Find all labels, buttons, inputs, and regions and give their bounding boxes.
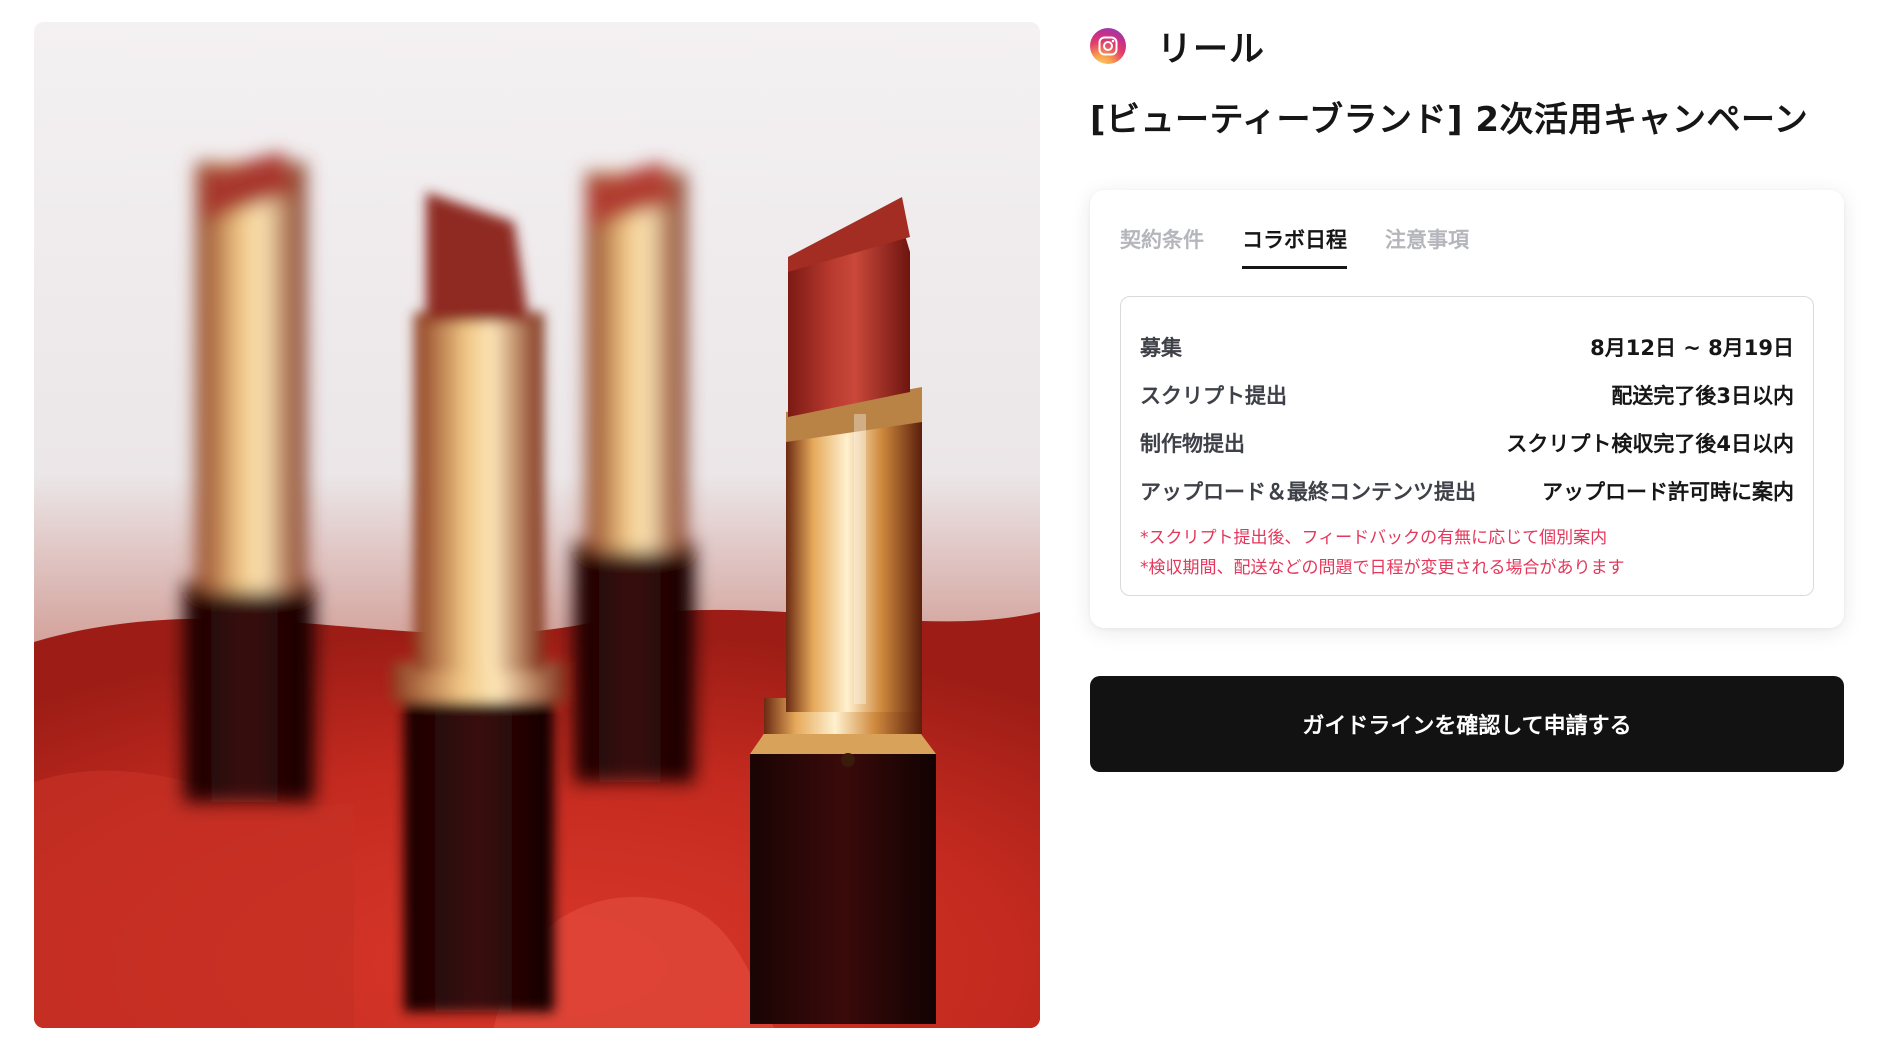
schedule-note: *スクリプト提出後、フィードバックの有無に応じて個別案内: [1140, 528, 1608, 548]
platform-header: リール: [1090, 24, 1265, 70]
details-tabs: 契約条件 コラボ日程 注意事項: [1120, 224, 1507, 269]
schedule-row-label: アップロード＆最終コンテンツ提出: [1140, 480, 1476, 504]
tab-collab-schedule[interactable]: コラボ日程: [1242, 224, 1347, 269]
schedule-row: 制作物提出 スクリプト検収完了後4日以内: [1140, 419, 1794, 467]
campaign-details-card: 契約条件 コラボ日程 注意事項 募集 8月12日 ~ 8月19日 スクリプト提出…: [1090, 190, 1844, 628]
campaign-title: [ビューティーブランド] 2次活用キャンペーン: [1090, 100, 1809, 140]
lipstick-photo: [34, 22, 1040, 1028]
campaign-info-panel: リール [ビューティーブランド] 2次活用キャンペーン 契約条件 コラボ日程 注…: [1090, 0, 1844, 1056]
schedule-row: スクリプト提出 配送完了後3日以内: [1140, 371, 1794, 419]
schedule-row-value: 配送完了後3日以内: [1611, 384, 1794, 408]
platform-label: リール: [1157, 29, 1266, 70]
schedule-row-label: 募集: [1140, 336, 1182, 360]
apply-button[interactable]: ガイドラインを確認して申請する: [1090, 676, 1844, 772]
schedule-row-value: スクリプト検収完了後4日以内: [1506, 432, 1794, 456]
campaign-hero-image: [34, 22, 1040, 1028]
instagram-icon: [1090, 28, 1126, 64]
schedule-note: *検収期間、配送などの問題で日程が変更される場合があります: [1140, 558, 1625, 578]
schedule-row: 募集 8月12日 ~ 8月19日: [1140, 323, 1794, 371]
tab-notes[interactable]: 注意事項: [1385, 224, 1469, 269]
schedule-row-label: スクリプト提出: [1140, 384, 1287, 408]
schedule-row: アップロード＆最終コンテンツ提出 アップロード許可時に案内: [1140, 467, 1794, 515]
schedule-row-label: 制作物提出: [1140, 432, 1245, 456]
tab-contract-terms[interactable]: 契約条件: [1120, 224, 1204, 269]
campaign-detail-page: リール [ビューティーブランド] 2次活用キャンペーン 契約条件 コラボ日程 注…: [0, 0, 1878, 1056]
schedule-box: 募集 8月12日 ~ 8月19日 スクリプト提出 配送完了後3日以内 制作物提出…: [1120, 296, 1814, 596]
schedule-notes: *スクリプト提出後、フィードバックの有無に応じて個別案内 *検収期間、配送などの…: [1140, 523, 1794, 583]
schedule-row-value: アップロード許可時に案内: [1542, 480, 1794, 504]
schedule-row-value: 8月12日 ~ 8月19日: [1590, 336, 1794, 360]
